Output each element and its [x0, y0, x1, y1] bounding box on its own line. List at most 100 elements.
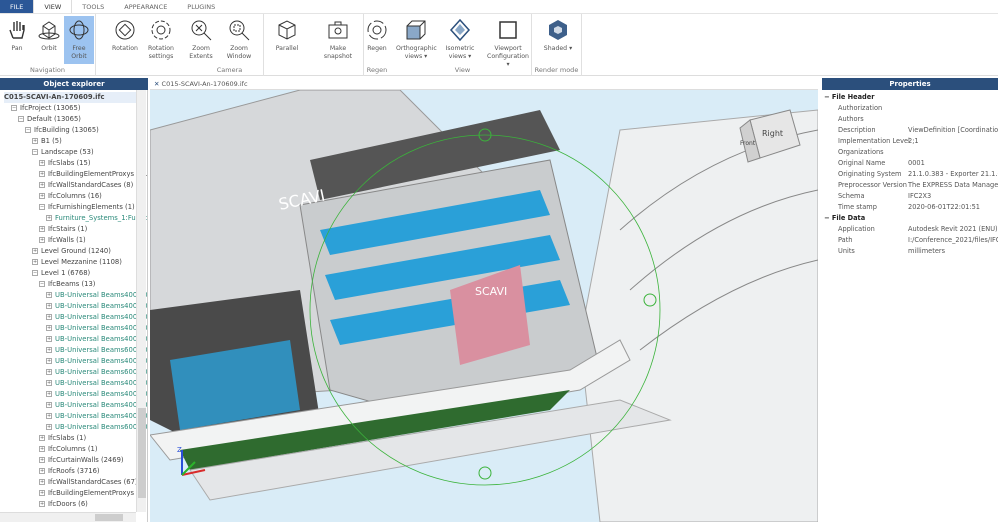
tree-item[interactable]: + IfcSlabs (1) — [39, 433, 86, 444]
collapse-icon[interactable]: − — [39, 281, 45, 287]
tree-item[interactable]: + IfcWallStandardCases (67) — [39, 477, 138, 488]
tab-plugins[interactable]: PLUGINS — [177, 0, 225, 13]
tree-item[interactable]: + UB-Universal Beams400x40 — [46, 400, 147, 411]
tree-item[interactable]: + UB-Universal Beams400x40 — [46, 389, 147, 400]
property-row[interactable]: Units millimeters — [838, 246, 998, 257]
expand-icon[interactable]: + — [39, 193, 45, 199]
tree-item[interactable]: − Default (13065) — [18, 114, 81, 125]
expand-icon[interactable]: + — [46, 402, 52, 408]
tree-item[interactable]: + IfcBuildingElementProxys (11) — [39, 169, 147, 180]
collapse-icon[interactable]: − — [32, 149, 38, 155]
zoom-extents-button[interactable]: Zoom Extents — [184, 16, 218, 64]
tree-item[interactable]: +Furniture_Systems_1:Furniture — [46, 213, 147, 224]
expand-icon[interactable]: + — [39, 501, 45, 507]
tree-item[interactable]: + IfcCurtainWalls (2469) — [39, 455, 124, 466]
property-section[interactable]: − File Data — [824, 213, 865, 224]
tree-item[interactable]: − Level 1 (6768) — [32, 268, 90, 279]
horizontal-scrollbar[interactable] — [0, 512, 136, 522]
expand-icon[interactable]: + — [46, 391, 52, 397]
tree-item[interactable]: + UB-Universal Beams400x40 — [46, 411, 147, 422]
tree-item[interactable]: − IfcBeams (13) — [39, 279, 95, 290]
expand-icon[interactable]: + — [39, 182, 45, 188]
tree-item[interactable]: + UB-Universal Beams600x40 — [46, 345, 147, 356]
viewport-configuration-button[interactable]: Viewport Configuration ▾ — [486, 16, 530, 68]
document-tab[interactable]: ✕ C015-SCAVI-An-170609.ifc — [150, 78, 818, 90]
expand-icon[interactable]: + — [39, 479, 45, 485]
expand-icon[interactable]: + — [46, 314, 52, 320]
expand-icon[interactable]: + — [46, 380, 52, 386]
property-row[interactable]: Time stamp 2020-06-01T22:01:51 — [838, 202, 998, 213]
tree-item[interactable]: + UB-Universal Beams400x40 — [46, 301, 147, 312]
shaded-button[interactable]: Shaded ▾ — [538, 16, 578, 64]
expand-icon[interactable]: + — [32, 259, 38, 265]
tree-item[interactable]: + UB-Universal Beams400x40 — [46, 356, 147, 367]
tab-view[interactable]: VIEW — [33, 0, 73, 13]
expand-icon[interactable]: + — [46, 369, 52, 375]
expand-icon[interactable]: + — [39, 226, 45, 232]
property-row[interactable]: Description ViewDefinition [CoordinationV… — [838, 125, 998, 136]
tree-item[interactable]: + B1 (5) — [32, 136, 62, 147]
tree-item[interactable]: C015-SCAVI-An-170609.ifc — [4, 92, 140, 103]
collapse-icon[interactable]: − — [824, 214, 832, 222]
property-row[interactable]: Authorization — [838, 103, 998, 114]
orthographic-views-button[interactable]: Orthographic views ▾ — [396, 16, 437, 64]
expand-icon[interactable]: + — [46, 215, 52, 221]
tree-item[interactable]: + UB-Universal Beams600x40 — [46, 422, 147, 433]
tab-appearance[interactable]: APPEARANCE — [114, 0, 177, 13]
tree-item[interactable]: + IfcColumns (1) — [39, 444, 98, 455]
tree-item[interactable]: − Landscape (53) — [32, 147, 94, 158]
isometric-views-button[interactable]: Isometric views ▾ — [440, 16, 480, 64]
tree-item[interactable]: + IfcBuildingElementProxys (6) — [39, 488, 146, 499]
tab-file[interactable]: FILE — [0, 0, 34, 13]
property-section[interactable]: − File Header — [824, 92, 875, 103]
expand-icon[interactable]: + — [46, 303, 52, 309]
property-row[interactable]: Schema IFC2X3 — [838, 191, 998, 202]
scroll-thumb[interactable] — [138, 408, 146, 498]
expand-icon[interactable]: + — [39, 160, 45, 166]
expand-icon[interactable]: + — [39, 237, 45, 243]
rotation-button[interactable]: Rotation — [108, 16, 142, 64]
expand-icon[interactable]: + — [39, 490, 45, 496]
regen-button[interactable]: Regen — [360, 16, 394, 64]
expand-icon[interactable]: + — [32, 248, 38, 254]
tree-item[interactable]: + UB-Universal Beams400x40 — [46, 378, 147, 389]
property-row[interactable]: Application Autodesk Revit 2021 (ENU) — [838, 224, 998, 235]
vertical-scrollbar[interactable] — [136, 90, 146, 512]
tree-item[interactable]: + UB-Universal Beams400x40 — [46, 323, 147, 334]
pan-button[interactable]: Pan — [2, 16, 32, 64]
tree-item[interactable]: + IfcRoofs (3716) — [39, 466, 100, 477]
property-row[interactable]: Implementation Level 2;1 — [838, 136, 998, 147]
cube-face-front[interactable]: Front — [740, 140, 756, 147]
expand-icon[interactable]: + — [46, 336, 52, 342]
tree-item[interactable]: + Level Ground (1240) — [32, 246, 111, 257]
expand-icon[interactable]: + — [39, 468, 45, 474]
tree-item[interactable]: + IfcStairs (1) — [39, 224, 87, 235]
collapse-icon[interactable]: − — [824, 93, 832, 101]
tree-item[interactable]: + IfcWallStandardCases (8) — [39, 180, 133, 191]
expand-icon[interactable]: + — [46, 292, 52, 298]
tree-item[interactable]: − IfcProject (13065) — [11, 103, 80, 114]
property-row[interactable]: Path I:/Conference_2021/files/IFC — [838, 235, 998, 246]
tree-item[interactable]: + UB-Universal Beams400x40 — [46, 312, 147, 323]
make-snapshot-button[interactable]: Make snapshot — [318, 16, 358, 64]
parallel-button[interactable]: Parallel — [270, 16, 304, 64]
collapse-icon[interactable]: − — [32, 270, 38, 276]
property-row[interactable]: Original Name 0001 — [838, 158, 998, 169]
3d-viewport[interactable]: SCAVI SCAVI Right Front Z — [150, 90, 818, 522]
property-row[interactable]: Originating System 21.1.0.383 - Exporter … — [838, 169, 998, 180]
tab-tools[interactable]: TOOLS — [72, 0, 114, 13]
tree-item[interactable]: + UB-Universal Beams400x40 — [46, 334, 147, 345]
property-row[interactable]: Authors — [838, 114, 998, 125]
tree-item[interactable]: + IfcDoors (6) — [39, 499, 88, 510]
expand-icon[interactable]: + — [46, 347, 52, 353]
scroll-thumb[interactable] — [95, 514, 123, 521]
tree-item[interactable]: + UB-Universal Beams400x40 — [46, 290, 147, 301]
free-orbit-button[interactable]: Free Orbit — [64, 16, 94, 64]
tree-item[interactable]: + Level Mezzanine (1108) — [32, 257, 122, 268]
cube-face-right[interactable]: Right — [762, 129, 783, 138]
rotation-settings-button[interactable]: Rotation settings — [144, 16, 178, 64]
expand-icon[interactable]: + — [39, 435, 45, 441]
zoom-window-button[interactable]: Zoom Window — [222, 16, 256, 64]
tree-item[interactable]: − IfcBuilding (13065) — [25, 125, 99, 136]
property-row[interactable]: Organizations — [838, 147, 998, 158]
